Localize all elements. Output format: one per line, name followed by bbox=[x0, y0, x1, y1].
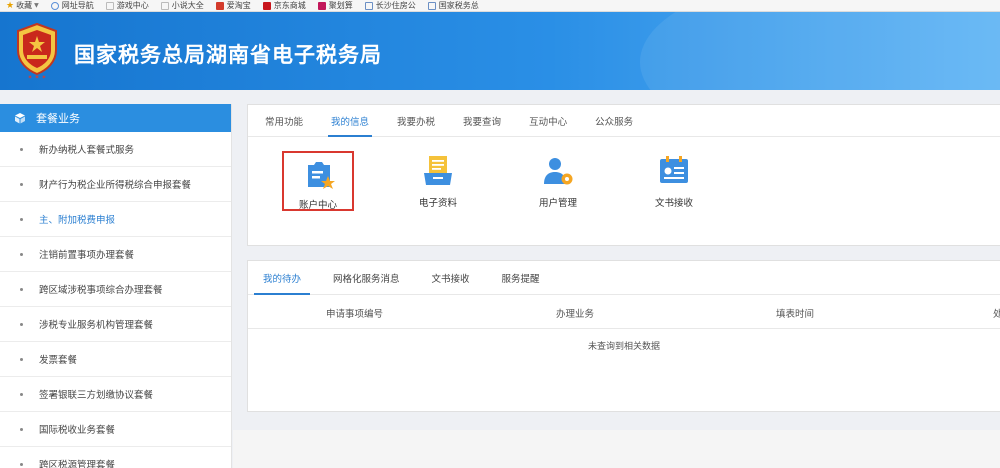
globe-icon bbox=[50, 1, 59, 10]
page-footer-area bbox=[233, 430, 1000, 468]
column-header: 处 bbox=[993, 309, 1000, 320]
bullet-icon bbox=[20, 427, 23, 431]
table-header: 申请事项编号 办理业务 填表时间 处 bbox=[248, 295, 1000, 329]
bullet-icon bbox=[20, 462, 23, 466]
sidebar-item[interactable]: 新办纳税人套餐式服务 bbox=[0, 132, 231, 167]
electronic-documents-icon bbox=[424, 156, 452, 185]
sidebar-item[interactable]: 财产行为税企业所得税综合申报套餐 bbox=[0, 167, 231, 202]
account-center-button[interactable]: 账户中心 bbox=[282, 151, 354, 211]
svg-text:✶ ✶ ✶: ✶ ✶ ✶ bbox=[28, 74, 47, 80]
function-tabs: 常用功能 我的信息 我要办税 我要查询 互动中心 公众服务 bbox=[248, 105, 1000, 137]
bookmark-item[interactable]: 京东商城 bbox=[262, 0, 306, 11]
bookmark-item[interactable]: 聚划算 bbox=[317, 0, 353, 11]
column-header: 办理业务 bbox=[556, 309, 595, 320]
bookmark-favorites[interactable]: ★ 收藏 ▼ bbox=[6, 0, 39, 11]
tab-grid-service-messages[interactable]: 网格化服务消息 bbox=[324, 261, 409, 294]
sidebar: 套餐业务 新办纳税人套餐式服务 财产行为税企业所得税综合申报套餐 主、附加税费申… bbox=[0, 104, 232, 468]
taobao-icon bbox=[215, 1, 224, 10]
account-center-icon bbox=[308, 162, 335, 189]
sidebar-item-active[interactable]: 主、附加税费申报 bbox=[0, 202, 231, 237]
bookmarks-bar: ★ 收藏 ▼ 网址导航 游戏中心 小说大全 爱淘宝 京东商城 聚划算 长沙住房公… bbox=[0, 0, 1000, 12]
bullet-icon bbox=[20, 182, 23, 186]
sidebar-item[interactable]: 涉税专业服务机构管理套餐 bbox=[0, 307, 231, 342]
page-icon bbox=[105, 1, 114, 10]
tab-file-tax[interactable]: 我要办税 bbox=[386, 105, 446, 136]
bookmark-item[interactable]: 国家税务总 bbox=[427, 0, 479, 11]
sidebar-item[interactable]: 发票套餐 bbox=[0, 342, 231, 377]
chevron-down-icon: ▼ bbox=[34, 2, 39, 9]
site-title: 国家税务总局湖南省电子税务局 bbox=[74, 43, 382, 67]
tab-my-todo[interactable]: 我的待办 bbox=[254, 261, 311, 295]
star-icon: ★ bbox=[6, 0, 15, 11]
header-banner: ✶ ✶ ✶ 国家税务总局湖南省电子税务局 bbox=[0, 12, 1000, 90]
cube-icon bbox=[15, 113, 25, 124]
function-panel: 常用功能 我的信息 我要办税 我要查询 互动中心 公众服务 账户中心 电子资料 … bbox=[247, 104, 1000, 246]
user-management-button[interactable]: 用户管理 bbox=[518, 153, 598, 209]
jd-icon bbox=[262, 1, 271, 10]
page-icon bbox=[364, 1, 373, 10]
bookmark-item[interactable]: 网址导航 bbox=[50, 0, 94, 11]
bullet-icon bbox=[20, 217, 23, 221]
todo-panel: 我的待办 网格化服务消息 文书接收 服务提醒 申请事项编号 办理业务 填表时间 … bbox=[247, 260, 1000, 412]
sidebar-item[interactable]: 签署银联三方划缴协议套餐 bbox=[0, 377, 231, 412]
bullet-icon bbox=[20, 357, 23, 361]
bullet-icon bbox=[20, 287, 23, 291]
tax-emblem-icon: ✶ ✶ ✶ bbox=[17, 22, 57, 80]
tab-document-receive[interactable]: 文书接收 bbox=[423, 261, 479, 294]
bullet-icon bbox=[20, 147, 23, 151]
document-receive-icon bbox=[660, 156, 688, 183]
sidebar-header[interactable]: 套餐业务 bbox=[0, 104, 231, 132]
sidebar-item[interactable]: 国际税收业务套餐 bbox=[0, 412, 231, 447]
sidebar-item[interactable]: 跨区税源管理套餐 bbox=[0, 447, 231, 468]
sidebar-item[interactable]: 跨区域涉税事项综合办理套餐 bbox=[0, 272, 231, 307]
tab-service-reminders[interactable]: 服务提醒 bbox=[493, 261, 549, 294]
user-management-icon bbox=[544, 158, 573, 185]
bullet-icon bbox=[20, 392, 23, 396]
bookmark-item[interactable]: 长沙住房公 bbox=[364, 0, 416, 11]
sidebar-item[interactable]: 注销前置事项办理套餐 bbox=[0, 237, 231, 272]
juhuasuan-icon bbox=[317, 1, 326, 10]
document-receive-button[interactable]: 文书接收 bbox=[634, 153, 714, 209]
empty-state-message: 未查询到相关数据 bbox=[587, 342, 660, 352]
bookmark-item[interactable]: 小说大全 bbox=[160, 0, 204, 11]
bookmark-item[interactable]: 爱淘宝 bbox=[215, 0, 251, 11]
tab-interaction-center[interactable]: 互动中心 bbox=[518, 105, 578, 136]
todo-tabs: 我的待办 网格化服务消息 文书接收 服务提醒 bbox=[248, 261, 1000, 295]
tab-public-service[interactable]: 公众服务 bbox=[584, 105, 644, 136]
tab-query[interactable]: 我要查询 bbox=[452, 105, 512, 136]
column-header: 填表时间 bbox=[776, 309, 815, 320]
bookmark-item[interactable]: 游戏中心 bbox=[105, 0, 149, 11]
tab-common-functions[interactable]: 常用功能 bbox=[254, 105, 314, 136]
bullet-icon bbox=[20, 322, 23, 326]
electronic-documents-button[interactable]: 电子资料 bbox=[398, 153, 478, 209]
bullet-icon bbox=[20, 252, 23, 256]
page-icon bbox=[427, 1, 436, 10]
tab-my-info[interactable]: 我的信息 bbox=[320, 105, 380, 137]
column-header: 申请事项编号 bbox=[326, 309, 384, 320]
page-icon bbox=[160, 1, 169, 10]
